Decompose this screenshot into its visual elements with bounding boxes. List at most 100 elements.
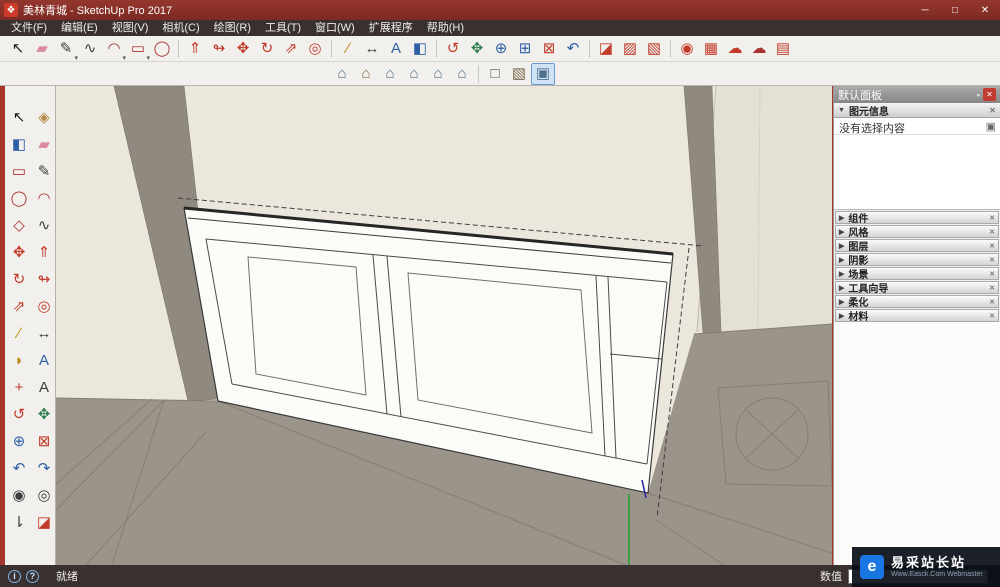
section-close-icon[interactable]: ✕ bbox=[989, 298, 995, 306]
section-close-icon[interactable]: ✕ bbox=[989, 284, 995, 292]
main-tool-3d-warehouse-button[interactable]: ☁ bbox=[723, 38, 747, 60]
main-tool-section-plane-button[interactable]: ◪ bbox=[594, 38, 618, 60]
left-tool-walk-button[interactable]: ⇂ bbox=[8, 511, 30, 533]
main-tool-zoom-window-button[interactable]: ⊞ bbox=[513, 38, 537, 60]
left-tool-protractor-button[interactable]: ◗ bbox=[8, 349, 30, 371]
left-tool-paint-bucket-button[interactable]: ◧ bbox=[8, 133, 30, 155]
left-tool-rotate-button[interactable]: ↻ bbox=[8, 268, 30, 290]
left-tool-arc-button[interactable]: ◠ bbox=[33, 187, 55, 209]
left-tool-tape-measure-button[interactable]: ∕ bbox=[8, 322, 30, 344]
tray-close-button[interactable]: ✕ bbox=[983, 88, 996, 101]
tray-section-layers[interactable]: ▶图层✕ bbox=[835, 239, 999, 252]
view-right-view-button[interactable]: ⌂ bbox=[402, 63, 426, 85]
left-tool-follow-me-button[interactable]: ↬ bbox=[33, 268, 55, 290]
auto-hide-pin-icon[interactable]: ▪ bbox=[977, 90, 980, 100]
left-tool-eraser-button[interactable]: ▰ bbox=[33, 133, 55, 155]
tray-section-shadows[interactable]: ▶阴影✕ bbox=[835, 253, 999, 266]
tray-section-materials[interactable]: ▶材料✕ bbox=[835, 309, 999, 322]
main-tool-line-button[interactable]: ✎▾ bbox=[54, 38, 78, 60]
menu-tools[interactable]: 工具(T) bbox=[258, 20, 308, 36]
left-tool-pan-button[interactable]: ✥ bbox=[33, 403, 55, 425]
left-tool-orbit-button[interactable]: ↺ bbox=[8, 403, 30, 425]
main-tool-previous-view-button[interactable]: ↶ bbox=[561, 38, 585, 60]
left-tool-make-component-button[interactable]: ◈ bbox=[33, 106, 55, 128]
menu-camera[interactable]: 相机(C) bbox=[155, 20, 206, 36]
tray-titlebar[interactable]: 默认面板 ▪ ✕ bbox=[834, 86, 1000, 103]
main-tool-section-display-button[interactable]: ▧ bbox=[642, 38, 666, 60]
minimize-button[interactable]: ─ bbox=[910, 0, 940, 20]
left-tool-select-button[interactable]: ↖ bbox=[8, 106, 30, 128]
view-style-shaded-button[interactable]: ▧ bbox=[507, 63, 531, 85]
view-front-view-button[interactable]: ⌂ bbox=[378, 63, 402, 85]
left-tool-position-camera-button[interactable]: ◉ bbox=[8, 484, 30, 506]
left-tool-freehand-button[interactable]: ∿ bbox=[33, 214, 55, 236]
main-tool-orbit-button[interactable]: ↺ bbox=[441, 38, 465, 60]
geolocation-info-icon[interactable]: i bbox=[8, 570, 21, 583]
main-tool-offset-button[interactable]: ◎ bbox=[303, 38, 327, 60]
main-tool-move-button[interactable]: ✥ bbox=[231, 38, 255, 60]
main-tool-eraser-button[interactable]: ▰ bbox=[30, 38, 54, 60]
left-tool-scale-button[interactable]: ⇗ bbox=[8, 295, 30, 317]
left-tool-3d-text-button[interactable]: A bbox=[33, 376, 55, 398]
menu-extensions[interactable]: 扩展程序 bbox=[362, 20, 420, 36]
left-tool-line-button[interactable]: ✎ bbox=[33, 160, 55, 182]
main-tool-follow-me-button[interactable]: ↬ bbox=[207, 38, 231, 60]
tray-section-components[interactable]: ▶组件✕ bbox=[835, 211, 999, 224]
main-tool-layout-button[interactable]: ▤ bbox=[771, 38, 795, 60]
main-tool-extension-warehouse-button[interactable]: ☁ bbox=[747, 38, 771, 60]
menu-view[interactable]: 视图(V) bbox=[105, 20, 156, 36]
view-left-view-button[interactable]: ⌂ bbox=[450, 63, 474, 85]
main-tool-geo-location-button[interactable]: ◉ bbox=[675, 38, 699, 60]
tray-section-styles[interactable]: ▶风格✕ bbox=[835, 225, 999, 238]
section-close-icon[interactable]: ✕ bbox=[989, 214, 995, 222]
main-tool-push-pull-button[interactable]: ⇑ bbox=[183, 38, 207, 60]
main-tool-zoom-button[interactable]: ⊕ bbox=[489, 38, 513, 60]
main-tool-arc-button[interactable]: ◠▾ bbox=[102, 38, 126, 60]
viewport-3d[interactable] bbox=[55, 86, 831, 565]
left-tool-previous-view-button[interactable]: ↶ bbox=[8, 457, 30, 479]
main-tool-rotate-button[interactable]: ↻ bbox=[255, 38, 279, 60]
view-back-view-button[interactable]: ⌂ bbox=[426, 63, 450, 85]
view-style-textured-button[interactable]: ▣ bbox=[531, 63, 555, 85]
left-tool-zoom-button[interactable]: ⊕ bbox=[8, 430, 30, 452]
left-tool-zoom-extents-button[interactable]: ⊠ bbox=[33, 430, 55, 452]
menu-help[interactable]: 帮助(H) bbox=[420, 20, 471, 36]
main-tool-text-button[interactable]: A bbox=[384, 38, 408, 60]
menu-edit[interactable]: 编辑(E) bbox=[54, 20, 105, 36]
section-close-icon[interactable]: ✕ bbox=[989, 270, 995, 278]
left-tool-offset-button[interactable]: ◎ bbox=[33, 295, 55, 317]
main-tool-freehand-button[interactable]: ∿ bbox=[78, 38, 102, 60]
left-tool-push-pull-button[interactable]: ⇑ bbox=[33, 241, 55, 263]
view-iso-view-button[interactable]: ⌂ bbox=[330, 63, 354, 85]
view-style-wireframe-button[interactable]: □ bbox=[483, 63, 507, 85]
left-tool-axes-button[interactable]: + bbox=[8, 376, 30, 398]
left-tool-look-around-button[interactable]: ◎ bbox=[33, 484, 55, 506]
left-tool-section-plane-button[interactable]: ◪ bbox=[33, 511, 55, 533]
left-tool-text-button[interactable]: A bbox=[33, 349, 55, 371]
main-tool-section-fill-button[interactable]: ▨ bbox=[618, 38, 642, 60]
main-tool-select-button[interactable]: ↖ bbox=[6, 38, 30, 60]
left-tool-circle-button[interactable]: ◯ bbox=[8, 187, 30, 209]
section-close-icon[interactable]: ✕ bbox=[989, 256, 995, 264]
maximize-button[interactable]: □ bbox=[940, 0, 970, 20]
close-button[interactable]: ✕ bbox=[970, 0, 1000, 20]
left-tool-next-view-button[interactable]: ↷ bbox=[33, 457, 55, 479]
main-tool-photo-texture-button[interactable]: ▦ bbox=[699, 38, 723, 60]
left-tool-move-button[interactable]: ✥ bbox=[8, 241, 30, 263]
entity-info-header[interactable]: ▼ 图元信息 ✕ bbox=[834, 103, 1000, 118]
menu-draw[interactable]: 绘图(R) bbox=[207, 20, 258, 36]
section-close-icon[interactable]: ✕ bbox=[989, 228, 995, 236]
main-tool-rectangle-button[interactable]: ▭▾ bbox=[126, 38, 150, 60]
section-close-icon[interactable]: ✕ bbox=[989, 242, 995, 250]
left-tool-rectangle-button[interactable]: ▭ bbox=[8, 160, 30, 182]
main-tool-tape-measure-button[interactable]: ∕ bbox=[336, 38, 360, 60]
tray-section-soften-edges[interactable]: ▶柔化✕ bbox=[835, 295, 999, 308]
main-tool-zoom-extents-button[interactable]: ⊠ bbox=[537, 38, 561, 60]
entity-info-close-icon[interactable]: ✕ bbox=[989, 106, 996, 115]
help-icon[interactable]: ? bbox=[26, 570, 39, 583]
main-tool-paint-bucket-button[interactable]: ◧ bbox=[408, 38, 432, 60]
menu-window[interactable]: 窗口(W) bbox=[308, 20, 362, 36]
main-tool-pan-button[interactable]: ✥ bbox=[465, 38, 489, 60]
left-tool-dimension-button[interactable]: ↔ bbox=[33, 322, 55, 344]
main-tool-dimension-button[interactable]: ↔ bbox=[360, 38, 384, 60]
